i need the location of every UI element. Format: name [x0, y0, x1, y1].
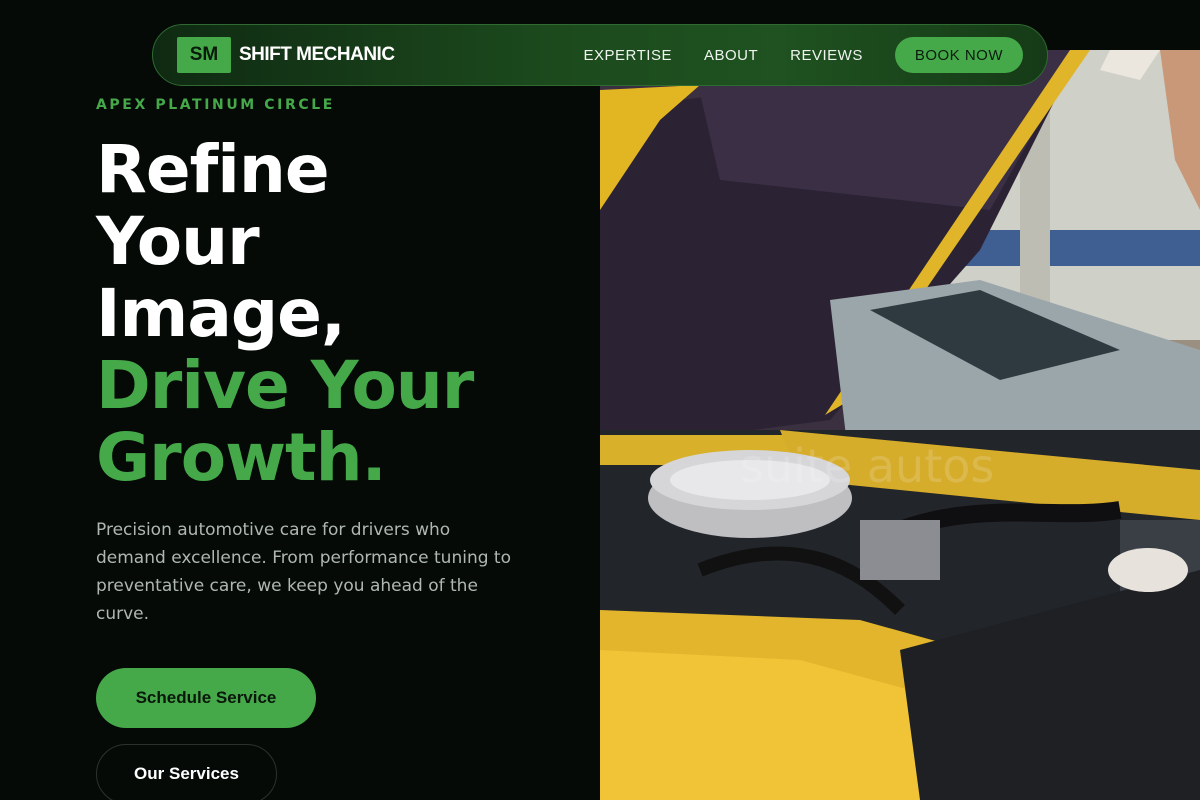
nav-link-reviews[interactable]: REVIEWS: [790, 47, 863, 64]
hero-image: suite autos: [600, 50, 1200, 800]
nav-link-expertise[interactable]: EXPERTISE: [584, 47, 672, 64]
headline-line: Image,: [96, 275, 346, 352]
our-services-button[interactable]: Our Services: [96, 744, 277, 800]
headline-line-accent: Growth.: [96, 419, 387, 496]
headline-line-accent: Drive Your: [96, 347, 474, 424]
schedule-service-button[interactable]: Schedule Service: [96, 668, 316, 728]
headline-line: Your: [96, 203, 260, 280]
hero-headline: Refine Your Image, Drive Your Growth.: [96, 131, 474, 496]
brand-name[interactable]: SHIFT MECHANIC: [239, 44, 395, 66]
headline-line: Refine: [96, 131, 330, 208]
logo-mark[interactable]: SM: [177, 37, 231, 73]
hero-description: Precision automotive care for drivers wh…: [96, 520, 511, 624]
nav-link-about[interactable]: ABOUT: [704, 47, 758, 64]
hero-eyebrow: APEX PLATINUM CIRCLE: [96, 97, 335, 113]
watermark-text: suite autos: [740, 439, 994, 493]
top-nav: SM SHIFT MECHANIC EXPERTISE ABOUT REVIEW…: [152, 24, 1048, 86]
nav-links: EXPERTISE ABOUT REVIEWS BOOK NOW: [584, 37, 1023, 73]
book-now-button[interactable]: BOOK NOW: [894, 37, 1023, 73]
